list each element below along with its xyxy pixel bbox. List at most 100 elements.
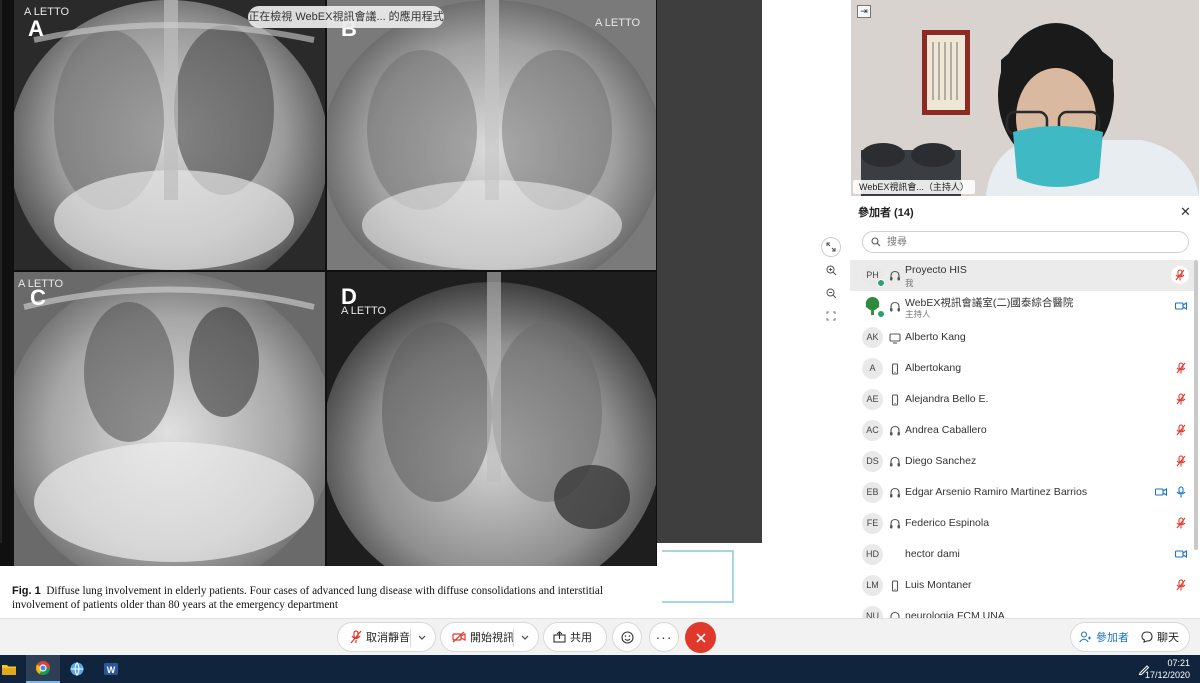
reactions-button[interactable] (612, 622, 642, 652)
avatar-initials: AC (866, 425, 879, 435)
caption-text: Diffuse lung involvement in elderly pati… (12, 585, 603, 611)
start-video-label: 開始視訊 (470, 632, 514, 644)
participant-row[interactable]: AC Andrea Caballero (850, 415, 1194, 446)
folder-icon (2, 664, 16, 675)
mic-muted-icon[interactable] (1171, 266, 1189, 284)
mic-muted-icon[interactable] (1174, 392, 1188, 406)
chevron-down-icon[interactable] (520, 632, 530, 642)
webex-window: A LETTO A B A LETTO A LETTO C D A LETTO … (0, 0, 1200, 683)
participant-row[interactable]: FE Federico Espinola (850, 508, 1194, 539)
participant-row[interactable]: DS Diego Sanchez (850, 446, 1194, 477)
taskbar-network-app[interactable] (60, 655, 94, 683)
start-video-button[interactable]: 開始視訊 (440, 622, 539, 652)
headset-icon (889, 269, 901, 281)
fit-screen-button[interactable] (821, 237, 841, 257)
participant-row[interactable]: LM Luis Montaner (850, 570, 1194, 601)
panel-d-tag: A LETTO (341, 305, 387, 317)
avatar-initials: HD (866, 549, 879, 559)
avatar: HD (862, 544, 883, 565)
clock-time: 07:21 (1167, 658, 1190, 668)
participant-row[interactable]: PH Proyecto HIS 我 (850, 260, 1194, 291)
participants-scrollbar[interactable] (1194, 260, 1198, 550)
participant-role: 主持人 (905, 309, 931, 319)
participant-name: Diego Sanchez (905, 455, 977, 467)
avatar-initials: PH (866, 270, 879, 280)
chrome-icon (36, 661, 50, 675)
shared-screen-background (657, 0, 762, 543)
participant-name: Albertokang (905, 362, 962, 374)
avatar-initials: A (869, 363, 876, 373)
search-input[interactable] (887, 234, 1177, 250)
mic-muted-icon[interactable] (1174, 454, 1188, 468)
video-separator (513, 629, 514, 647)
system-clock[interactable]: 07:21 17/12/2020 (1130, 657, 1190, 681)
participant-name: Proyecto HIS (905, 264, 967, 276)
taskbar-word[interactable]: W (94, 655, 128, 683)
chat-toggle[interactable]: 聊天 (1141, 623, 1187, 651)
mic-muted-icon[interactable] (1174, 516, 1188, 530)
participant-name: hector dami (905, 548, 960, 560)
word-icon: W (104, 663, 118, 675)
participants-header: 參加者 (14) (858, 207, 914, 219)
leave-meeting-button[interactable] (685, 622, 716, 653)
avatar: EB (862, 482, 883, 503)
participant-name: Alberto Kang (905, 331, 966, 343)
search-icon (871, 237, 881, 247)
panel-a-letter: A (28, 16, 44, 41)
avatar-initials: DS (866, 456, 879, 466)
participants-list: PH Proyecto HIS 我 WebEX視訊會議室(二)國泰綜合醫院 主持人 AK A… (850, 260, 1194, 618)
participant-row[interactable]: WebEX視訊會議室(二)國泰綜合醫院 主持人 (850, 291, 1194, 322)
participant-name: Andrea Caballero (905, 424, 987, 436)
video-icon[interactable] (1174, 299, 1188, 313)
taskbar-chrome[interactable] (26, 655, 60, 683)
video-icon[interactable] (1174, 547, 1188, 561)
video-name-label: WebEX視訊會...（主持人） (853, 180, 975, 194)
meeting-toolbar: 取消靜音 開始視訊 共用 ··· 參加者 聊天 (0, 618, 1200, 655)
avatar: AE (862, 389, 883, 410)
fullscreen-button[interactable] (821, 306, 841, 326)
participant-row[interactable]: HD hector dami (850, 539, 1194, 570)
participant-row[interactable]: A Albertokang (850, 353, 1194, 384)
avatar-initials: LM (866, 580, 879, 590)
participants-toggle[interactable]: 參加者 (1079, 623, 1139, 651)
close-participants-button[interactable]: ✕ (1180, 204, 1191, 220)
chat-toggle-label: 聊天 (1157, 632, 1179, 644)
avatar: AC (862, 420, 883, 441)
participant-row[interactable]: AE Alejandra Bello E. (850, 384, 1194, 415)
unmute-separator (410, 629, 411, 647)
video-feed (851, 0, 1199, 196)
close-icon: ✕ (1180, 204, 1191, 219)
figure-caption: Fig. 1 Diffuse lung involvement in elder… (12, 584, 660, 612)
avatar-initials: AE (866, 394, 879, 404)
participant-row[interactable]: NU neurologia FCM UNA (850, 601, 1194, 618)
zoom-out-button[interactable] (821, 283, 841, 303)
video-icon[interactable] (1154, 485, 1168, 499)
xray-panel-d: D A LETTO (327, 272, 656, 566)
taskbar-file-explorer[interactable] (0, 655, 26, 683)
presence-dot (877, 310, 885, 318)
mic-muted-icon[interactable] (1174, 423, 1188, 437)
mic-muted-icon[interactable] (1174, 578, 1188, 592)
participant-row[interactable]: AK Alberto Kang (850, 322, 1194, 353)
avatar: LM (862, 575, 883, 596)
participant-name: Edgar Arsenio Ramiro Martinez Barrios (905, 486, 1088, 498)
collapse-video-button[interactable]: ⇥ (857, 5, 871, 18)
mic-icon[interactable] (1174, 485, 1188, 499)
share-button[interactable]: 共用 (543, 622, 607, 652)
headset-icon (889, 486, 901, 498)
more-options-button[interactable]: ··· (649, 622, 679, 652)
share-label: 共用 (570, 632, 592, 644)
avatar-initials: AK (866, 332, 879, 342)
mic-muted-icon[interactable] (1174, 361, 1188, 375)
person-icon (1079, 631, 1091, 643)
viewing-banner[interactable]: 正在檢視 WebEX視訊會議... 的應用程式 (248, 6, 444, 28)
clock-date: 17/12/2020 (1144, 670, 1190, 680)
unmute-button[interactable]: 取消靜音 (337, 622, 436, 652)
headset-icon (889, 455, 901, 467)
zoom-in-button[interactable] (821, 260, 841, 280)
chevron-down-icon[interactable] (417, 632, 427, 642)
shared-screen: A LETTO A B A LETTO A LETTO C D A LETTO … (0, 0, 850, 618)
participant-row[interactable]: EB Edgar Arsenio Ramiro Martinez Barrios (850, 477, 1194, 508)
headset-icon (889, 300, 901, 312)
avatar: FE (862, 513, 883, 534)
